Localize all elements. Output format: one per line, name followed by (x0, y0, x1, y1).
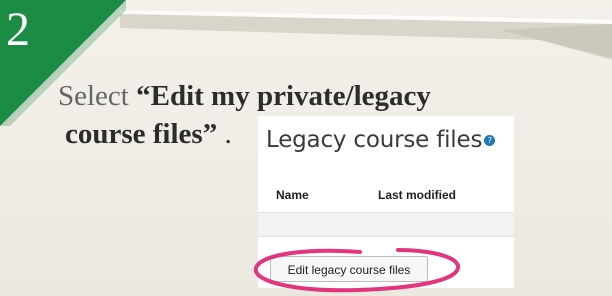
tutorial-slide: 2 Select “Edit my private/legacy course … (0, 0, 612, 296)
screenshot-title-text: Legacy course files (266, 127, 483, 153)
instruction-target-line2: course files” (65, 118, 218, 150)
moodle-screenshot: Legacy course files? Name Last modified … (258, 116, 514, 288)
table-row (258, 213, 514, 236)
instruction-target-line1: “Edit my private/legacy (136, 80, 431, 112)
column-header-last-modified[interactable]: Last modified (378, 188, 456, 202)
table-divider (258, 236, 514, 237)
instruction-verb: Select (58, 80, 129, 112)
screenshot-title: Legacy course files? (266, 127, 496, 153)
step-number: 2 (6, 3, 30, 56)
instruction-period: . (224, 118, 232, 150)
column-header-name[interactable]: Name (276, 188, 309, 202)
question-circle-icon[interactable]: ? (484, 135, 496, 146)
edit-legacy-course-files-button[interactable]: Edit legacy course files (270, 256, 428, 282)
